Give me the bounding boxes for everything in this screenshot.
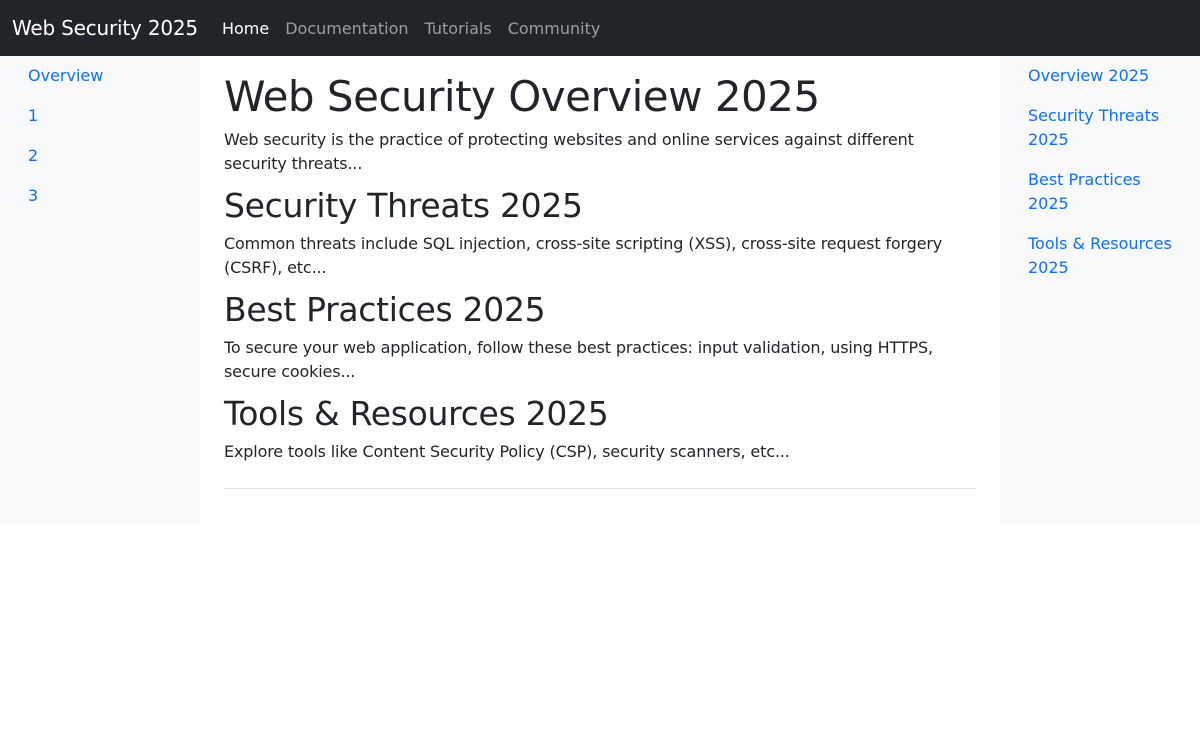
content-divider <box>224 488 976 489</box>
left-sidebar-item-overview[interactable]: Overview <box>28 66 200 86</box>
left-sidebar-item-1[interactable]: 1 <box>28 106 200 126</box>
section-heading-best-practices: Best Practices 2025 <box>224 290 546 329</box>
section-text-tools: Explore tools like Content Security Poli… <box>224 442 790 461</box>
toc-item-security-threats[interactable]: Security Threats 2025 <box>1028 104 1184 152</box>
left-sidebar-item-2[interactable]: 2 <box>28 146 200 166</box>
top-navbar: Web Security 2025 Home Documentation Tut… <box>0 0 1200 56</box>
page-title: Web Security Overview 2025 <box>224 72 820 121</box>
navbar-brand[interactable]: Web Security 2025 <box>12 16 198 40</box>
nav-link-community[interactable]: Community <box>508 19 601 38</box>
toc-item-tools-resources[interactable]: Tools & Resources 2025 <box>1028 232 1184 280</box>
left-sidebar: Overview 1 2 3 <box>0 56 200 524</box>
section-heading-threats: Security Threats 2025 <box>224 186 583 225</box>
section-text-best-practices: To secure your web application, follow t… <box>224 338 933 381</box>
main-content: Web Security Overview 2025 Web security … <box>200 56 1000 524</box>
nav-link-home[interactable]: Home <box>222 19 269 38</box>
toc-item-best-practices[interactable]: Best Practices 2025 <box>1028 168 1184 216</box>
toc-item-overview[interactable]: Overview 2025 <box>1028 64 1184 88</box>
left-sidebar-item-3[interactable]: 3 <box>28 186 200 206</box>
nav-link-tutorials[interactable]: Tutorials <box>425 19 492 38</box>
section-text-threats: Common threats include SQL injection, cr… <box>224 234 943 277</box>
intro-text: Web security is the practice of protecti… <box>224 130 914 173</box>
right-sidebar-toc: Overview 2025 Security Threats 2025 Best… <box>1000 56 1200 524</box>
page-layout: Overview 1 2 3 Web Security Overview 202… <box>0 56 1200 524</box>
nav-links: Home Documentation Tutorials Community <box>222 19 600 38</box>
nav-link-documentation[interactable]: Documentation <box>285 19 408 38</box>
section-heading-tools: Tools & Resources 2025 <box>224 394 609 433</box>
